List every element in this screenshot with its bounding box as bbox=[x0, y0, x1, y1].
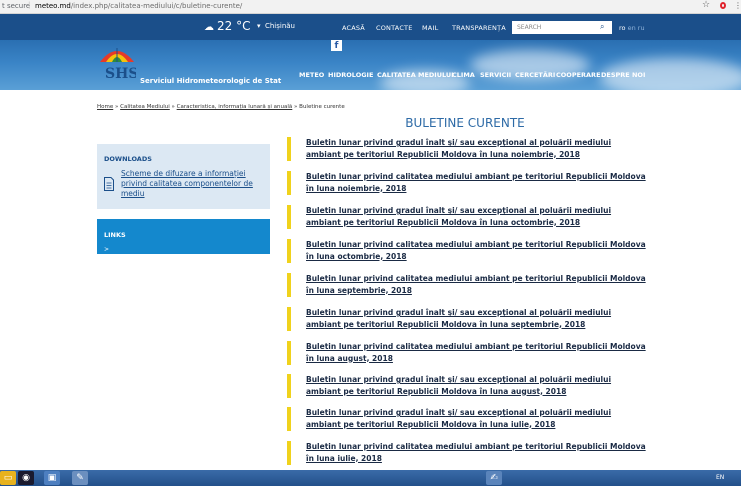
nav-hidrologie[interactable]: HIDROLOGIE bbox=[328, 71, 373, 79]
notepad-icon[interactable]: ✎ bbox=[72, 471, 88, 485]
security-label: t secure bbox=[2, 2, 31, 10]
bulletin-link[interactable]: Buletin lunar privind gradul înalt şi/ s… bbox=[306, 307, 646, 330]
list-item[interactable]: Buletin lunar privind gradul înalt şi/ s… bbox=[287, 307, 647, 331]
site-logo[interactable]: SHS bbox=[98, 44, 136, 86]
breadcrumb-caracteristica[interactable]: Caracteristica, informația lunară și anu… bbox=[177, 104, 293, 110]
svg-text:SHS: SHS bbox=[105, 66, 136, 82]
lang-active[interactable]: ro bbox=[619, 24, 626, 32]
top-link-acasa[interactable]: ACASĂ bbox=[342, 24, 365, 32]
top-link-contacte[interactable]: CONTACTE bbox=[376, 24, 413, 32]
bulletin-link[interactable]: Buletin lunar privind calitatea mediului… bbox=[306, 171, 646, 194]
links-panel: LINKS > bbox=[97, 219, 270, 254]
bulletin-link[interactable]: Buletin lunar privind gradul înalt şi/ s… bbox=[306, 137, 646, 160]
downloads-panel: DOWNLOADS Scheme de difuzare a informați… bbox=[97, 144, 270, 209]
list-item[interactable]: Buletin lunar privind gradul înalt şi/ s… bbox=[287, 205, 647, 229]
list-item[interactable]: Buletin lunar privind calitatea mediului… bbox=[287, 441, 647, 465]
breadcrumb-calitatea-mediului[interactable]: Calitatea Mediului bbox=[120, 104, 170, 110]
browser-address-bar: t secure | meteo.md/index.php/calitatea-… bbox=[0, 0, 741, 14]
site-name[interactable]: Serviciul Hidrometeorologic de Stat bbox=[140, 77, 281, 85]
url-field[interactable]: meteo.md/index.php/calitatea-mediului/c/… bbox=[35, 2, 242, 10]
bulletin-marker bbox=[287, 171, 291, 195]
nav-despre-noi[interactable]: DESPRE NOI bbox=[601, 71, 645, 79]
top-link-transparenta[interactable]: TRANSPARENȚA bbox=[452, 24, 506, 32]
search-icon[interactable]: ⌕ bbox=[600, 22, 604, 32]
opera-icon[interactable] bbox=[720, 2, 726, 9]
cloud-icon: ☁ bbox=[204, 22, 214, 33]
page-title: BULETINE CURENTE bbox=[405, 116, 525, 130]
breadcrumb-separator: » bbox=[294, 104, 298, 110]
top-bar: ☁ 22 °C ▾ Chișinău ACASĂ CONTACTE MAIL TR… bbox=[0, 14, 741, 40]
facebook-icon[interactable]: f bbox=[331, 40, 342, 51]
list-item[interactable]: Buletin lunar privind gradul înalt şi/ s… bbox=[287, 374, 647, 398]
breadcrumb: Home » Calitatea Mediului » Caracteristi… bbox=[97, 104, 345, 110]
bulletin-marker bbox=[287, 307, 291, 331]
input-language[interactable]: EN bbox=[716, 474, 724, 481]
list-item[interactable]: Buletin lunar privind calitatea mediului… bbox=[287, 341, 647, 365]
top-link-mail[interactable]: MAIL bbox=[422, 24, 438, 32]
list-item[interactable]: Buletin lunar privind calitatea mediului… bbox=[287, 273, 647, 297]
weather-widget[interactable]: ☁ 22 °C bbox=[204, 19, 250, 33]
address-divider: | bbox=[28, 1, 31, 9]
bulletin-link[interactable]: Buletin lunar privind calitatea mediului… bbox=[306, 273, 646, 296]
nav-servicii[interactable]: SERVICII bbox=[480, 71, 511, 79]
bulletin-marker bbox=[287, 205, 291, 229]
bulletin-link[interactable]: Buletin lunar privind calitatea mediului… bbox=[306, 441, 646, 464]
nav-calitatea-mediului[interactable]: CALITATEA MEDIULUI bbox=[377, 71, 454, 79]
chevron-down-icon: ▾ bbox=[257, 22, 261, 30]
list-item[interactable]: Buletin lunar privind calitatea mediului… bbox=[287, 239, 647, 263]
bulletin-marker bbox=[287, 407, 291, 431]
links-arrow-icon[interactable]: > bbox=[104, 246, 109, 253]
list-item[interactable]: Buletin lunar privind calitatea mediului… bbox=[287, 171, 647, 195]
bulletin-marker bbox=[287, 374, 291, 398]
downloads-heading: DOWNLOADS bbox=[104, 155, 152, 163]
browser-menu-icon[interactable]: ⋮ bbox=[734, 1, 741, 10]
bulletin-marker bbox=[287, 273, 291, 297]
temperature: 22 °C bbox=[217, 19, 251, 33]
url-domain: meteo.md bbox=[35, 2, 71, 10]
nav-clima[interactable]: CLIMA bbox=[452, 71, 475, 79]
breadcrumb-separator: » bbox=[115, 104, 119, 110]
links-heading: LINKS bbox=[104, 231, 126, 239]
list-item[interactable]: Buletin lunar privind gradul înalt şi/ s… bbox=[287, 407, 647, 431]
breadcrumb-separator: » bbox=[171, 104, 175, 110]
steam-icon[interactable]: ◉ bbox=[18, 471, 34, 485]
taskbar: ▭ ◉ ▣ ✎ ✍ EN bbox=[0, 470, 741, 486]
nav-cooperare[interactable]: COOPERARE bbox=[556, 71, 601, 79]
document-icon bbox=[104, 177, 114, 191]
breadcrumb-home[interactable]: Home bbox=[97, 104, 113, 110]
city-name: Chișinău bbox=[264, 22, 295, 30]
edit-app-icon[interactable]: ✍ bbox=[486, 471, 502, 485]
bulletin-marker bbox=[287, 441, 291, 465]
url-path: /index.php/calitatea-mediului/c/buletine… bbox=[70, 2, 243, 10]
bookmark-star-icon[interactable]: ☆ bbox=[702, 0, 710, 10]
breadcrumb-current: Buletine curente bbox=[299, 104, 345, 110]
city-selector[interactable]: ▾ Chișinău bbox=[257, 22, 295, 30]
bulletin-marker bbox=[287, 239, 291, 263]
nav-cercetari[interactable]: CERCETĂRI bbox=[515, 71, 555, 79]
bulletin-link[interactable]: Buletin lunar privind gradul înalt şi/ s… bbox=[306, 205, 646, 228]
search-input[interactable]: SEARCH ⌕ bbox=[512, 21, 612, 34]
bulletin-link[interactable]: Buletin lunar privind gradul înalt şi/ s… bbox=[306, 407, 646, 430]
downloads-link[interactable]: Scheme de difuzare a informației privind… bbox=[121, 169, 256, 199]
lang-others[interactable]: en ru bbox=[628, 24, 645, 32]
language-switcher[interactable]: ro en ru bbox=[619, 24, 645, 32]
site-header: f SHS Serviciul Hidrometeorologic de Sta… bbox=[0, 40, 741, 90]
search-placeholder: SEARCH bbox=[517, 24, 542, 31]
bulletin-marker bbox=[287, 137, 291, 161]
bulletin-marker bbox=[287, 341, 291, 365]
nav-meteo[interactable]: METEO bbox=[299, 71, 324, 79]
bulletin-link[interactable]: Buletin lunar privind calitatea mediului… bbox=[306, 341, 646, 364]
bulletin-link[interactable]: Buletin lunar privind gradul înalt şi/ s… bbox=[306, 374, 646, 397]
window-app-icon[interactable]: ▣ bbox=[44, 471, 60, 485]
list-item[interactable]: Buletin lunar privind gradul înalt şi/ s… bbox=[287, 137, 647, 161]
bulletin-link[interactable]: Buletin lunar privind calitatea mediului… bbox=[306, 239, 646, 262]
file-explorer-icon[interactable]: ▭ bbox=[0, 471, 16, 485]
